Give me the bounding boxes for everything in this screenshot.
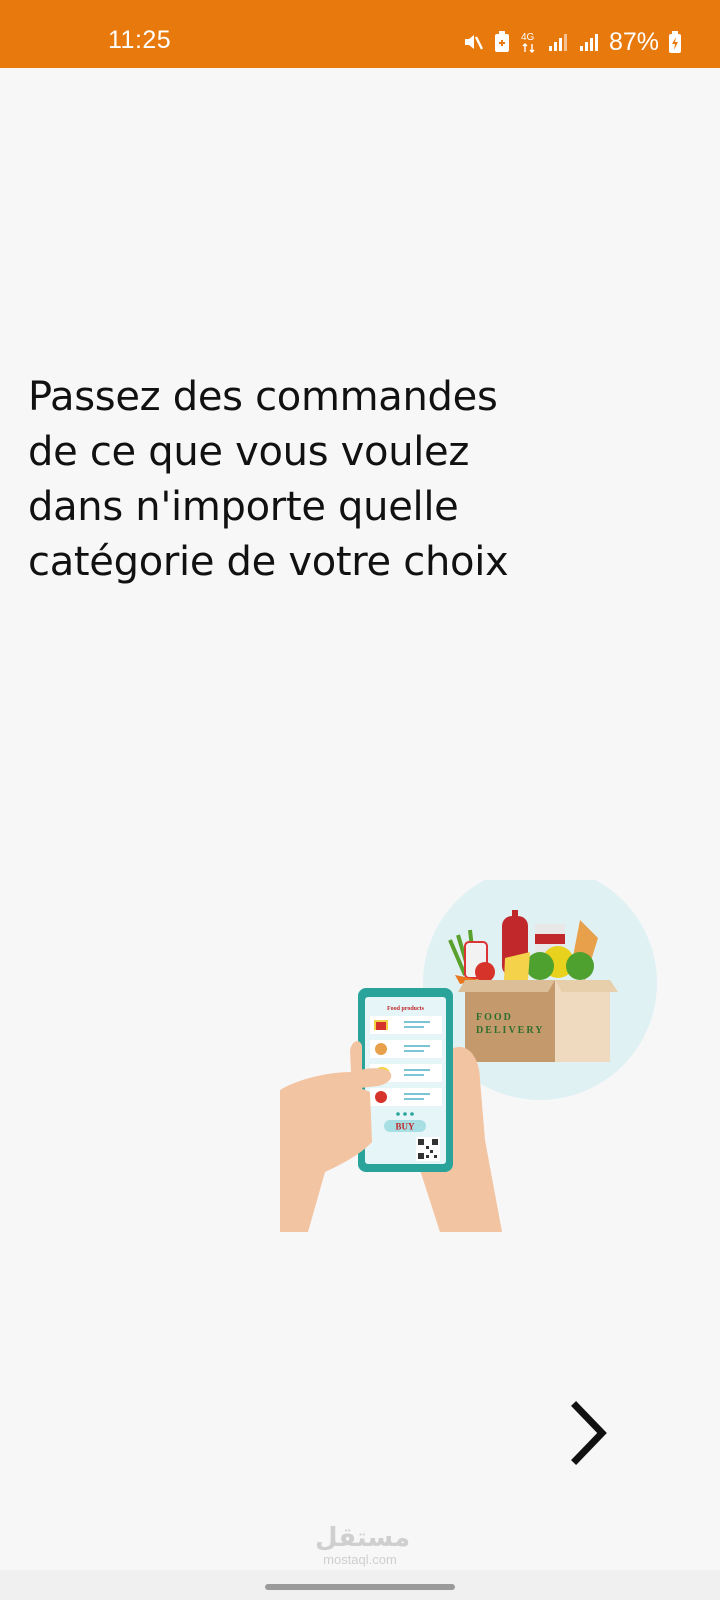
box-label-line2: DELIVERY [476, 1025, 544, 1036]
delivery-box-icon: FOOD DELIVERY [458, 980, 618, 1062]
phone-title: Food products [387, 1006, 425, 1012]
navigation-bar [0, 1570, 720, 1600]
signal-icon [578, 31, 600, 53]
mute-icon [462, 31, 484, 53]
battery-saver-icon [493, 30, 511, 54]
battery-percentage: 87% [608, 27, 659, 56]
chevron-right-icon [571, 1401, 607, 1465]
watermark-latin: mostaql.com [323, 1552, 397, 1567]
signal-icon [547, 31, 569, 53]
buy-label: BUY [395, 1122, 415, 1132]
watermark-arabic: مستقل [315, 1523, 411, 1553]
watermark-logo: مستقل mostaql.com [315, 1523, 411, 1567]
status-bar: 11:25 4G 87% [0, 0, 720, 68]
battery-charging-icon [668, 30, 682, 54]
box-label-line1: FOOD [476, 1012, 513, 1023]
status-time: 11:25 [108, 26, 172, 54]
food-delivery-illustration: FOOD DELIVERY Food products BUY [280, 880, 657, 1232]
home-indicator[interactable] [265, 1584, 455, 1590]
network-label: 4G [521, 32, 535, 43]
onboarding-headline: Passez des commandes de ce que vous voul… [28, 374, 509, 585]
network-4g-icon: 4G [520, 30, 538, 54]
status-icons: 4G 87% [462, 26, 682, 58]
next-button[interactable] [570, 1400, 620, 1470]
